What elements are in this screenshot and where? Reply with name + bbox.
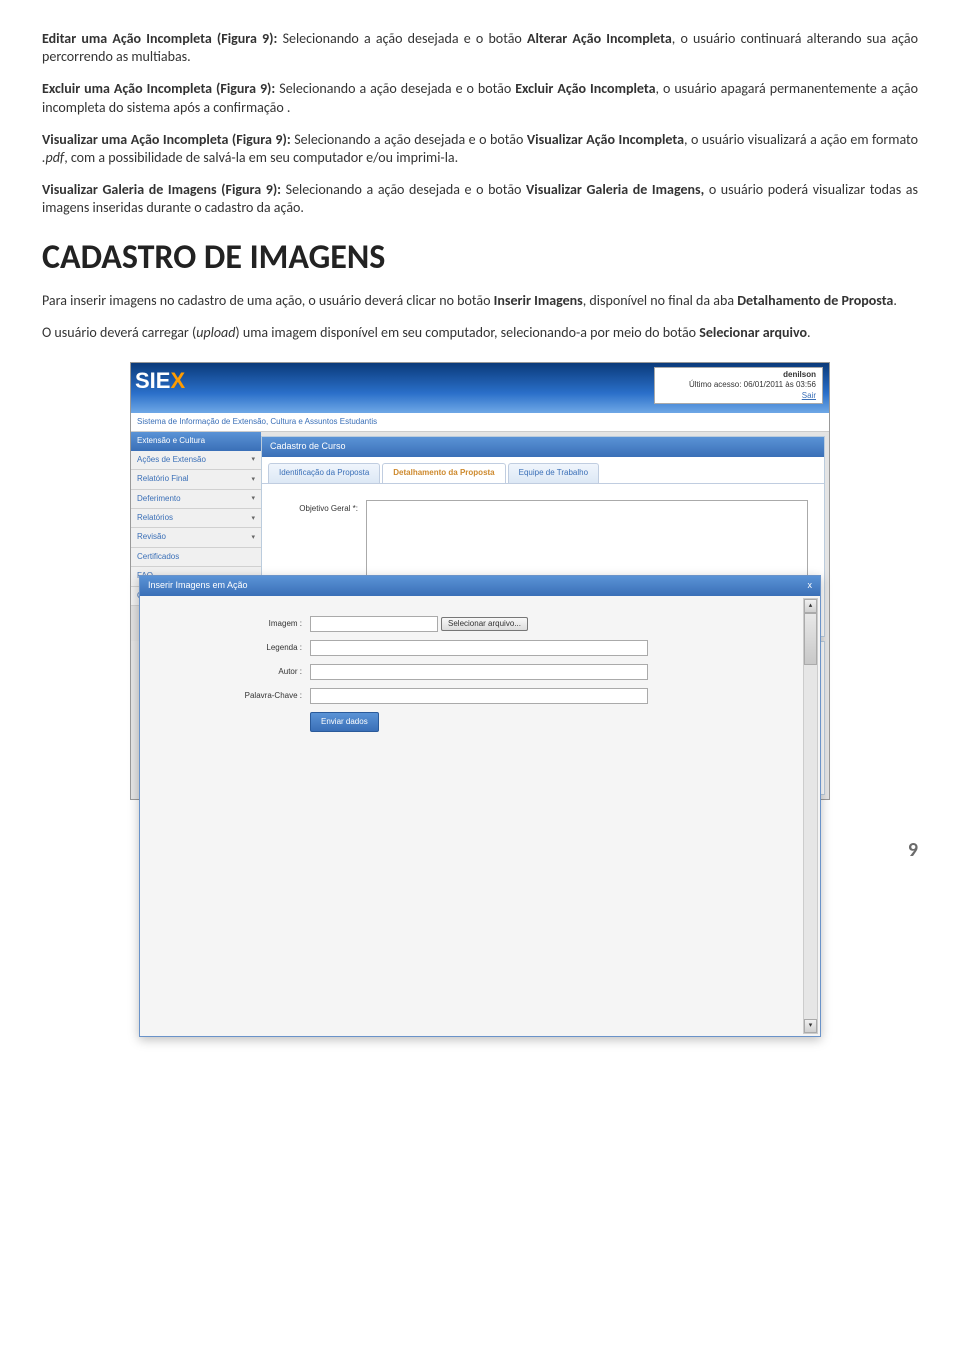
p1-lead: Editar uma Ação Incompleta (Figura 9): bbox=[42, 30, 283, 47]
sidebar-label: Certificados bbox=[137, 552, 179, 562]
p3-pdf: .pdf bbox=[42, 149, 64, 166]
modal-close-icon[interactable]: x bbox=[808, 580, 813, 592]
app-subheader: Sistema de Informação de Extensão, Cultu… bbox=[131, 413, 829, 432]
modal-body: Imagem : Selecionar arquivo... Legenda :… bbox=[140, 596, 820, 1036]
p5-e: . bbox=[893, 292, 897, 309]
p2-a: Selecionando a ação desejada e o botão bbox=[279, 80, 515, 97]
logo-text-a: SIE bbox=[135, 368, 170, 393]
sidebar-item-relatorios[interactable]: Relatórios ▾ bbox=[131, 509, 261, 528]
chevron-down-icon: ▾ bbox=[251, 475, 255, 484]
sidebar-item-relatorio[interactable]: Relatório Final ▾ bbox=[131, 470, 261, 489]
sidebar-item-deferimento[interactable]: Deferimento ▾ bbox=[131, 490, 261, 509]
p5-d: Detalhamento de Proposta bbox=[737, 292, 893, 309]
imagem-label: Imagem : bbox=[152, 619, 310, 629]
modal-title: Inserir Imagens em Ação bbox=[148, 580, 248, 592]
paragraph-upload-info: O usuário deverá carregar (upload) uma i… bbox=[42, 324, 918, 342]
p5-c: , disponível no final da aba bbox=[583, 292, 737, 309]
inserir-imagens-modal: Inserir Imagens em Ação x Imagem : Selec… bbox=[139, 575, 821, 1037]
imagem-input[interactable] bbox=[310, 616, 438, 632]
palavra-label: Palavra-Chave : bbox=[152, 691, 310, 701]
p5-a: Para inserir imagens no cadastro de uma … bbox=[42, 292, 494, 309]
imagem-row: Imagem : Selecionar arquivo... bbox=[152, 616, 808, 632]
selecionar-arquivo-button[interactable]: Selecionar arquivo... bbox=[441, 617, 528, 631]
autor-row: Autor : bbox=[152, 664, 808, 680]
sidebar-label: Relatórios bbox=[137, 513, 173, 523]
main-tabs: Identificação da Proposta Detalhamento d… bbox=[262, 457, 824, 482]
user-name: denilson bbox=[661, 370, 816, 380]
p6-b: upload bbox=[196, 324, 235, 341]
p6-d: Selecionar arquivo bbox=[699, 324, 807, 341]
p1-a: Selecionando a ação desejada e o botão bbox=[283, 30, 527, 47]
tab-identificacao[interactable]: Identificação da Proposta bbox=[268, 463, 380, 482]
main-title: Cadastro de Curso bbox=[262, 437, 824, 457]
chevron-down-icon: ▾ bbox=[251, 514, 255, 523]
logout-link[interactable]: Sair bbox=[802, 391, 816, 400]
palavra-input[interactable] bbox=[310, 688, 648, 704]
p3-c: , o usuário visualizará a ação em format… bbox=[684, 131, 918, 148]
tab-equipe[interactable]: Equipe de Trabalho bbox=[508, 463, 599, 482]
chevron-down-icon: ▾ bbox=[251, 533, 255, 542]
siex-screenshot: SIEX denilson Último acesso: 06/01/2011 … bbox=[130, 362, 830, 800]
paragraph-inserir-info: Para inserir imagens no cadastro de uma … bbox=[42, 292, 918, 310]
modal-scrollbar[interactable]: ▴ ▾ bbox=[803, 598, 818, 1034]
chevron-down-icon: ▾ bbox=[251, 455, 255, 464]
user-last-access: Último acesso: 06/01/2011 às 03:56 bbox=[661, 380, 816, 390]
enviar-dados-button[interactable]: Enviar dados bbox=[310, 712, 379, 732]
autor-label: Autor : bbox=[152, 667, 310, 677]
p2-lead: Excluir uma Ação Incompleta (Figura 9): bbox=[42, 80, 279, 97]
paragraph-excluir: Excluir uma Ação Incompleta (Figura 9): … bbox=[42, 80, 918, 116]
app-header: SIEX denilson Último acesso: 06/01/2011 … bbox=[131, 363, 829, 413]
legenda-input[interactable] bbox=[310, 640, 648, 656]
tab-detalhamento[interactable]: Detalhamento da Proposta bbox=[382, 463, 505, 482]
sidebar-header: Extensão e Cultura bbox=[131, 432, 261, 450]
p6-c: ) uma imagem disponível em seu computado… bbox=[235, 324, 699, 341]
paragraph-visualizar: Visualizar uma Ação Incompleta (Figura 9… bbox=[42, 131, 918, 167]
sidebar-label: Deferimento bbox=[137, 494, 181, 504]
paragraph-galeria: Visualizar Galeria de Imagens (Figura 9)… bbox=[42, 181, 918, 217]
siex-logo: SIEX bbox=[135, 367, 185, 396]
p3-a: Selecionando a ação desejada e o botão bbox=[294, 131, 527, 148]
legenda-label: Legenda : bbox=[152, 643, 310, 653]
heading-cadastro-imagens: CADASTRO DE IMAGENS bbox=[42, 236, 918, 280]
figure-wrapper: SIEX denilson Último acesso: 06/01/2011 … bbox=[42, 362, 918, 831]
submit-row: Enviar dados bbox=[152, 712, 808, 732]
p1-btn: Alterar Ação Incompleta bbox=[527, 30, 672, 47]
scroll-thumb[interactable] bbox=[804, 613, 817, 665]
sidebar-label: Ações de Extensão bbox=[137, 455, 206, 465]
objetivo-label: Objetivo Geral *: bbox=[278, 500, 358, 514]
p6-e: . bbox=[807, 324, 811, 341]
scroll-down-icon[interactable]: ▾ bbox=[804, 1019, 817, 1033]
p4-a: Selecionando a ação desejada e o botão bbox=[286, 181, 526, 198]
p2-btn: Excluir Ação Incompleta bbox=[515, 80, 655, 97]
modal-header: Inserir Imagens em Ação x bbox=[140, 576, 820, 596]
user-box: denilson Último acesso: 06/01/2011 às 03… bbox=[654, 367, 823, 404]
legenda-row: Legenda : bbox=[152, 640, 808, 656]
sidebar-item-revisao[interactable]: Revisão ▾ bbox=[131, 528, 261, 547]
paragraph-editar: Editar uma Ação Incompleta (Figura 9): S… bbox=[42, 30, 918, 66]
scroll-up-icon[interactable]: ▴ bbox=[804, 599, 817, 613]
p3-btn: Visualizar Ação Incompleta bbox=[527, 131, 684, 148]
sidebar-label: Revisão bbox=[137, 532, 166, 542]
p4-lead: Visualizar Galeria de Imagens (Figura 9)… bbox=[42, 181, 286, 198]
logo-text-b: X bbox=[170, 368, 185, 393]
sidebar-item-acoes[interactable]: Ações de Extensão ▾ bbox=[131, 451, 261, 470]
p3-e: , com a possibilidade de salvá-la em seu… bbox=[64, 149, 458, 166]
autor-input[interactable] bbox=[310, 664, 648, 680]
sidebar-item-certificados[interactable]: Certificados bbox=[131, 548, 261, 567]
p4-btn: Visualizar Galeria de Imagens, bbox=[526, 181, 709, 198]
palavra-row: Palavra-Chave : bbox=[152, 688, 808, 704]
chevron-down-icon: ▾ bbox=[251, 494, 255, 503]
p5-b: Inserir Imagens bbox=[494, 292, 583, 309]
p3-lead: Visualizar uma Ação Incompleta (Figura 9… bbox=[42, 131, 294, 148]
sidebar-label: Relatório Final bbox=[137, 474, 189, 484]
p6-a: O usuário deverá carregar ( bbox=[42, 324, 196, 341]
